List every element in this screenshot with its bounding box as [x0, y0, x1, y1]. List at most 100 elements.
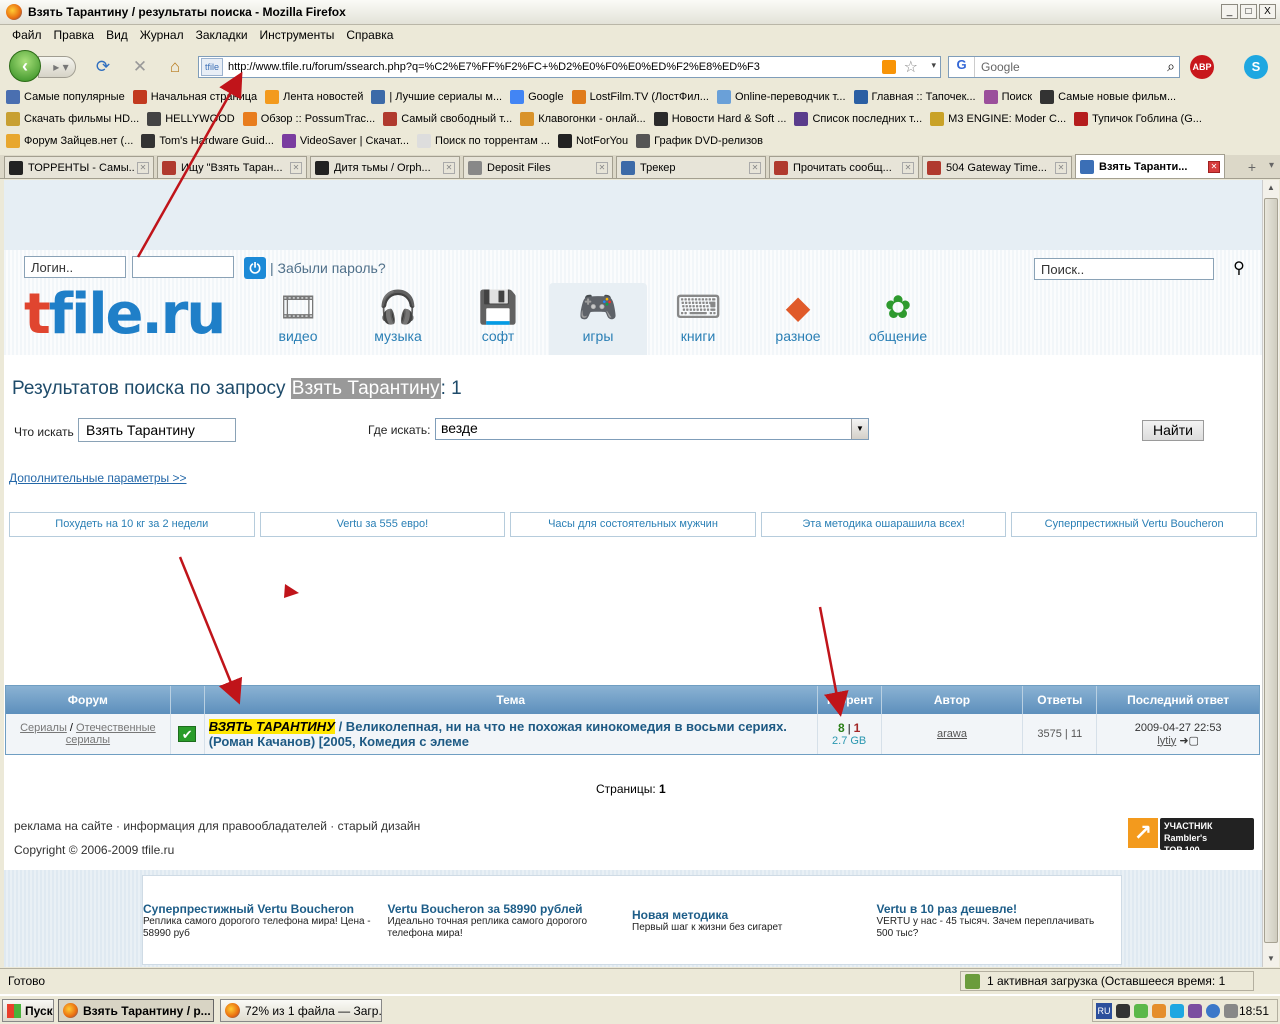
goto-last-post-icon[interactable]: ➜▢ — [1179, 735, 1199, 747]
col-torrent[interactable]: Торрент — [818, 686, 882, 714]
bookmark-item[interactable]: LostFilm.TV (ЛостФил... — [571, 90, 709, 104]
tab-close-icon[interactable]: ✕ — [596, 161, 608, 174]
taskbar-item-downloads[interactable]: 72% из 1 файла — Загр... — [220, 999, 382, 1022]
menu-view[interactable]: Вид — [100, 28, 134, 42]
tab[interactable]: ТОРРЕНТЫ - Самы... ✕ — [4, 156, 154, 178]
menu-history[interactable]: Журнал — [134, 28, 190, 42]
bookmark-item[interactable]: VideoSaver | Скачат... — [281, 134, 409, 148]
bookmark-item[interactable]: | Лучшие сериалы м... — [371, 90, 502, 104]
url-bar[interactable]: tfile http://www.tfile.ru/forum/ssearch.… — [198, 56, 941, 78]
search-magnifier-icon[interactable]: ⌕ — [1167, 58, 1175, 75]
torrent-tray-icon[interactable] — [1152, 1003, 1166, 1018]
bookmark-item[interactable]: Лента новостей — [265, 90, 363, 104]
category-icq-flower[interactable]: ✿ общение — [849, 283, 947, 355]
bookmark-item[interactable]: Поиск по торрентам ... — [417, 134, 550, 148]
adblock-plus-icon[interactable]: ABP — [1190, 55, 1214, 79]
bottom-ad[interactable]: Новая методика Первый шаг к жизни без сиг… — [632, 902, 877, 964]
menu-help[interactable]: Справка — [340, 28, 399, 42]
bookmark-item[interactable]: Новости Hard & Soft ... — [653, 112, 786, 126]
topic-cell[interactable]: ВЗЯТЬ ТАРАНТИНУ / Великолепная, ни на чт… — [205, 714, 818, 754]
bookmark-item[interactable]: Тупичок Гоблина (G... — [1074, 112, 1202, 126]
tab-close-icon[interactable]: ✕ — [1208, 160, 1220, 173]
tab[interactable]: Трекер ✕ — [616, 156, 766, 178]
bookmark-item[interactable]: Google — [510, 90, 564, 104]
tab-close-icon[interactable]: ✕ — [749, 161, 761, 174]
reload-icon[interactable]: ⟳ — [93, 57, 113, 77]
google-engine-icon[interactable]: G — [949, 57, 975, 77]
forgot-password-link[interactable]: | Забыли пароль? — [270, 260, 386, 276]
menu-tools[interactable]: Инструменты — [254, 28, 341, 42]
bottom-ad[interactable]: Vertu в 10 раз дешевле! VERTU у нас - 45 … — [877, 902, 1122, 964]
bookmark-item[interactable]: Самый свободный т... — [383, 112, 512, 126]
category-typewriter[interactable]: ⌨ книги — [649, 283, 747, 355]
bookmark-item[interactable]: Tom's Hardware Guid... — [141, 134, 274, 148]
steam-tray-icon[interactable] — [1116, 1003, 1130, 1018]
col-topic[interactable]: Тема — [205, 686, 818, 714]
tab[interactable]: 504 Gateway Time... ✕ — [922, 156, 1072, 178]
ad-link[interactable]: Vertu за 555 евро! — [259, 512, 506, 537]
bookmark-item[interactable]: Главная :: Тапочек... — [853, 90, 976, 104]
torrent-cell[interactable]: 8 | 1 2.7 GB — [818, 714, 882, 754]
last-reply-user[interactable]: lytiy — [1157, 735, 1176, 747]
tab[interactable]: Deposit Files ✕ — [463, 156, 613, 178]
category-film-reel[interactable]: 🎞 видео — [249, 283, 347, 355]
skype-icon[interactable]: S — [1244, 55, 1268, 79]
torrent-size[interactable]: 2.7 GB — [832, 735, 866, 747]
bookmark-item[interactable]: M3 ENGINE: Moder C... — [930, 112, 1066, 126]
bookmark-item[interactable]: NotForYou — [557, 134, 628, 148]
url-text[interactable]: http://www.tfile.ru/forum/ssearch.php?q=… — [228, 61, 760, 73]
bookmark-item[interactable]: Online-переводчик т... — [716, 90, 846, 104]
bottom-ad-title[interactable]: Vertu Boucheron за 58990 рублей — [388, 902, 625, 916]
search-engine-box[interactable]: G Google ⌕ — [948, 56, 1180, 78]
bookmark-item[interactable]: Форум Зайцев.нет (... — [6, 134, 133, 148]
forward-button[interactable]: ▸ ▾ — [38, 56, 76, 78]
scroll-down-icon[interactable]: ▼ — [1264, 951, 1278, 967]
vertical-scrollbar[interactable]: ▲ ▼ — [1262, 180, 1279, 967]
menu-edit[interactable]: Правка — [48, 28, 101, 42]
col-replies[interactable]: Ответы — [1023, 686, 1098, 714]
bookmark-item[interactable]: Поиск — [983, 90, 1032, 104]
what-input[interactable]: Взять Тарантину — [78, 418, 236, 442]
minimize-button[interactable]: _ — [1221, 4, 1238, 19]
binoculars-icon[interactable]: ⚲ — [1226, 258, 1252, 278]
bookmark-item[interactable]: График DVD-релизов — [636, 134, 763, 148]
bookmark-item[interactable]: Список последних т... — [794, 112, 922, 126]
stop-icon[interactable]: ✕ — [130, 57, 150, 77]
menu-file[interactable]: Файл — [6, 28, 48, 42]
site-search-input[interactable]: Поиск.. — [1034, 258, 1214, 280]
download-status[interactable]: 1 активная загрузка (Оставшееся время: 1… — [960, 971, 1254, 1006]
taskbar-item-firefox[interactable]: Взять Тарантину / р... — [58, 999, 214, 1022]
bookmark-item[interactable]: Клавогонки - онлай... — [520, 112, 646, 126]
tab-close-icon[interactable]: ✕ — [290, 161, 302, 174]
tab[interactable]: Ищу "Взять Таран... ✕ — [157, 156, 307, 178]
ad-link[interactable]: Суперпрестижный Vertu Boucheron — [1011, 512, 1257, 537]
tab-active[interactable]: Взять Таранти... ✕ — [1075, 154, 1225, 178]
bookmark-item[interactable]: Самые новые фильм... — [1040, 90, 1176, 104]
bottom-ad-title[interactable]: Суперпрестижный Vertu Boucheron — [143, 902, 380, 916]
tab[interactable]: Дитя тьмы / Orph... ✕ — [310, 156, 460, 178]
rambler-top100-badge[interactable]: ↗ УЧАСТНИК Rambler's TOP 100 — [1128, 818, 1254, 855]
rss-icon[interactable] — [882, 60, 896, 74]
scroll-up-icon[interactable]: ▲ — [1264, 180, 1278, 196]
ad-link[interactable]: Похудеть на 10 кг за 2 недели — [9, 512, 255, 537]
bookmark-item[interactable]: Начальная страница — [132, 90, 257, 104]
login-power-icon[interactable]: ⏻ — [244, 257, 266, 279]
ad-link[interactable]: Часы для состоятельных мужчин — [510, 512, 756, 537]
tab-close-icon[interactable]: ✕ — [1055, 161, 1067, 174]
new-tab-icon[interactable]: + — [1248, 159, 1256, 175]
bookmark-star-icon[interactable]: ☆ — [904, 57, 918, 77]
site-favicon[interactable]: tfile — [201, 58, 223, 76]
ad-link[interactable]: Эта методика ошарашила всех! — [760, 512, 1007, 537]
password-field[interactable] — [132, 256, 234, 278]
chevron-down-icon[interactable]: ▼ — [851, 419, 868, 439]
skype-tray-icon[interactable] — [1170, 1003, 1184, 1018]
find-button[interactable]: Найти — [1142, 420, 1204, 441]
tab-close-icon[interactable]: ✕ — [443, 161, 455, 174]
bottom-ad-title[interactable]: Vertu в 10 раз дешевле! — [877, 902, 1114, 916]
category-puzzle-blocks[interactable]: ◆ разное — [749, 283, 847, 355]
tab-list-icon[interactable]: ▾ — [1269, 160, 1274, 171]
col-author[interactable]: Автор — [882, 686, 1024, 714]
language-indicator[interactable]: RU — [1096, 1002, 1112, 1019]
advanced-params-link[interactable]: Дополнительные параметры >> — [9, 471, 187, 485]
bookmark-item[interactable]: Скачать фильмы HD... — [6, 112, 139, 126]
